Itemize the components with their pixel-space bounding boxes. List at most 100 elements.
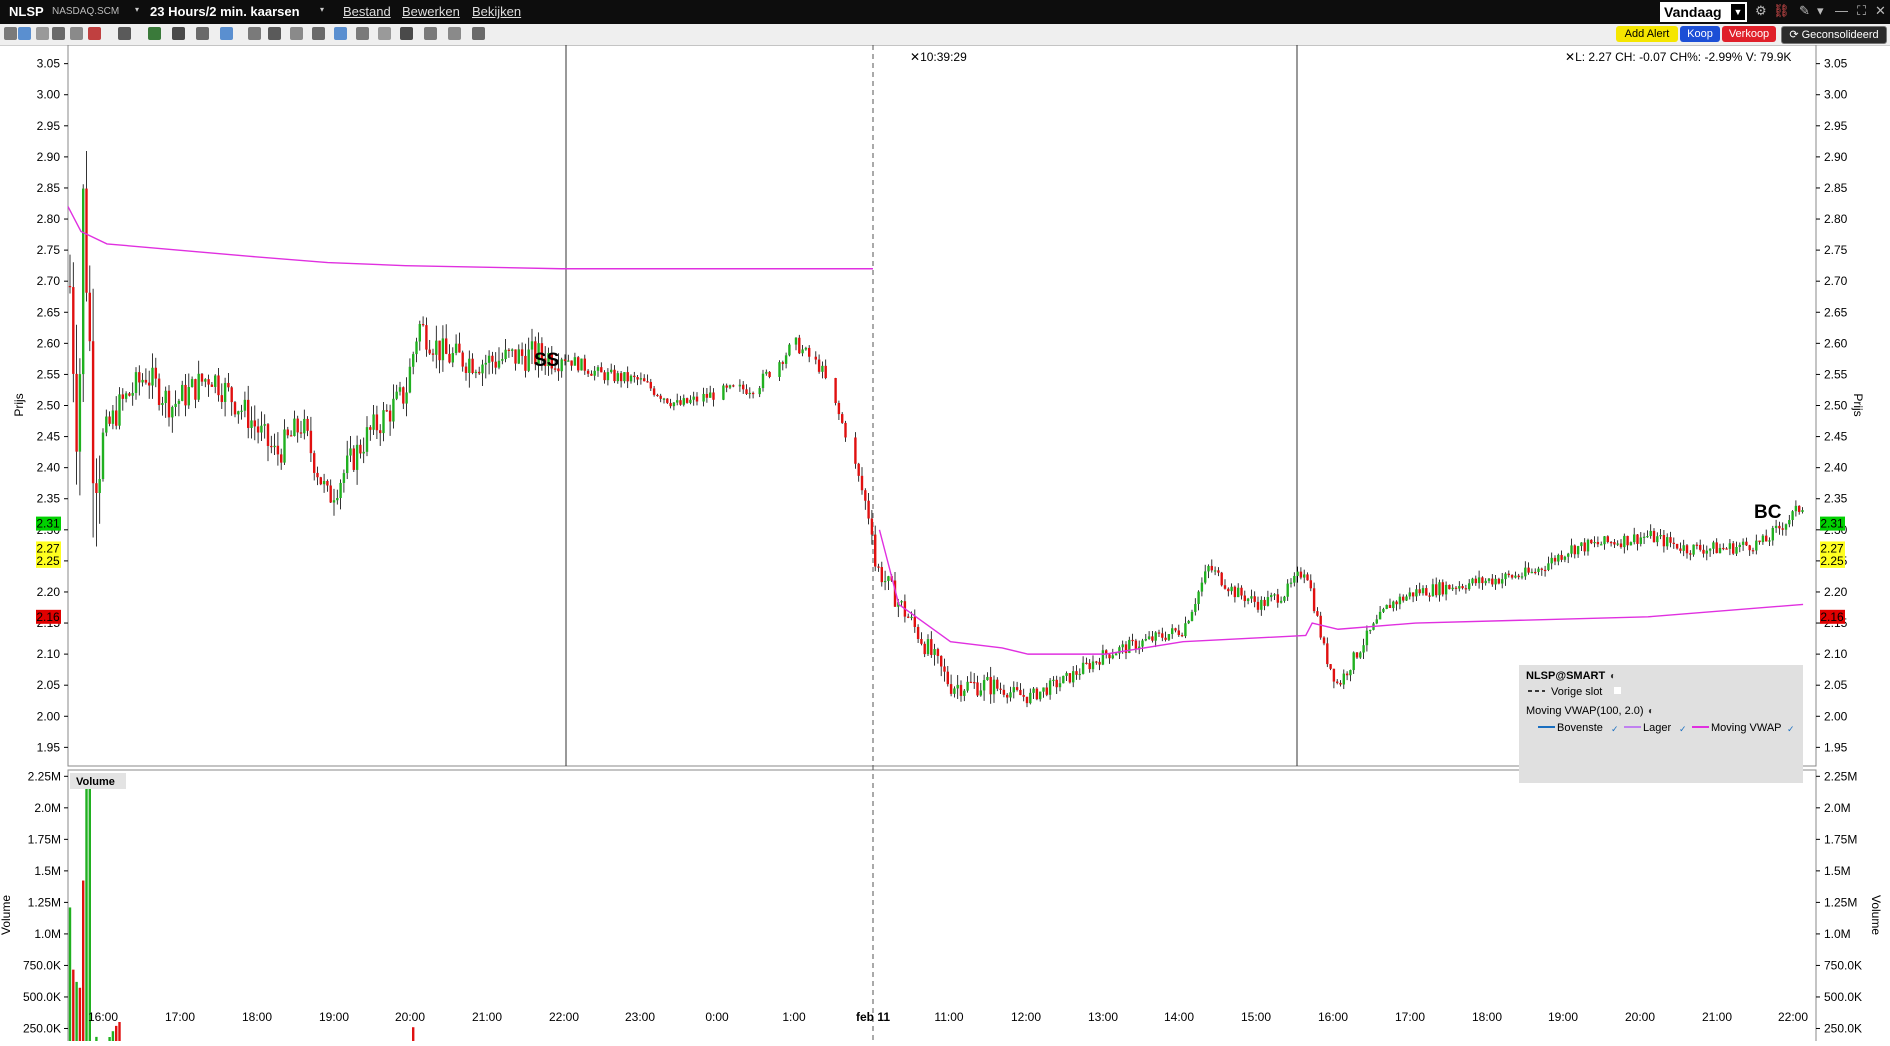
time-tick-label: 13:00 <box>1088 1010 1118 1024</box>
gear-icon[interactable]: ⚙ <box>1755 3 1767 19</box>
candle-body <box>1319 615 1322 638</box>
maximize-icon[interactable]: ⛶ <box>1857 3 1866 19</box>
tool-icon[interactable] <box>196 27 209 40</box>
candle-body <box>1458 586 1461 589</box>
menu-bestand[interactable]: Bestand <box>343 4 391 19</box>
volume-tick-label: 500.0K <box>1824 990 1862 1004</box>
candle-body <box>121 394 124 399</box>
tool-icon[interactable] <box>268 27 281 40</box>
close-icon[interactable]: ✕ <box>1875 3 1886 19</box>
range-select[interactable]: Vandaag ▼ <box>1660 2 1747 22</box>
close-icon[interactable]: ✕ <box>1565 50 1575 64</box>
candle-body <box>1563 556 1567 560</box>
tool-icon[interactable] <box>378 27 391 40</box>
checkbox[interactable] <box>1614 687 1621 694</box>
settings-icon[interactable]: ◐ <box>1648 706 1654 717</box>
candle-body <box>1174 628 1177 631</box>
tool-icon[interactable] <box>36 27 49 40</box>
candle-body <box>293 418 296 436</box>
candle-body <box>804 347 808 350</box>
symbol-label[interactable]: NLSP <box>9 4 44 19</box>
tool-icon[interactable] <box>18 27 31 40</box>
minimize-icon[interactable]: — <box>1835 3 1848 18</box>
price-chart[interactable]: 1.951.952.002.002.052.052.102.102.152.15… <box>0 44 1890 1046</box>
candle-body <box>1431 584 1435 597</box>
candle-body <box>1758 540 1761 543</box>
tool-icon[interactable] <box>400 27 413 40</box>
candle-body <box>270 445 273 448</box>
candle-body <box>1180 634 1184 637</box>
candle-body <box>131 392 134 396</box>
menu-bewerken[interactable]: Bewerken <box>402 4 460 19</box>
volume-tick-label: 250.0K <box>23 1021 61 1035</box>
sell-button[interactable]: Verkoop <box>1722 26 1776 42</box>
chevron-down-icon[interactable]: ✓ <box>1787 724 1795 734</box>
chevron-down-icon[interactable]: ▼ <box>1731 4 1745 20</box>
candle-body <box>1524 567 1527 577</box>
tool-icon[interactable] <box>52 27 65 40</box>
price-tick-label: 2.40 <box>1824 461 1848 475</box>
candle-body <box>1675 543 1679 549</box>
candle-body <box>313 453 316 473</box>
add-alert-button[interactable]: Add Alert <box>1616 26 1678 42</box>
pin-icon[interactable]: ✎ <box>1799 3 1810 19</box>
buy-button[interactable]: Koop <box>1680 26 1720 42</box>
candle-body <box>643 378 646 382</box>
chevron-down-icon[interactable]: ✓ <box>1611 724 1619 734</box>
tool-icon[interactable] <box>424 27 437 40</box>
volume-bar <box>68 907 72 1046</box>
tool-icon[interactable] <box>70 27 83 40</box>
candle-body <box>1369 629 1372 632</box>
consolidated-button[interactable]: ⟳ Geconsolideerd <box>1781 26 1887 44</box>
settings-icon[interactable]: ◐ <box>1610 671 1616 682</box>
period-selector[interactable]: 23 Hours/2 min. kaarsen <box>150 4 300 19</box>
tool-icon[interactable] <box>172 27 185 40</box>
candle-body <box>1088 663 1091 670</box>
tool-icon[interactable] <box>118 27 131 40</box>
candle-body <box>1365 630 1369 646</box>
candle-body <box>1270 595 1273 598</box>
tool-icon[interactable] <box>88 27 101 40</box>
candle-body <box>1534 571 1537 574</box>
price-tick-label: 2.40 <box>37 461 61 475</box>
candle-body <box>768 371 771 377</box>
legend-box[interactable]: NLSP@SMART ◐ Vorige slot Moving VWAP(100… <box>1519 665 1803 783</box>
chevron-down-icon[interactable]: ✓ <box>1679 724 1687 734</box>
menu-bekijken[interactable]: Bekijken <box>472 4 521 19</box>
price-tick-label: 2.55 <box>1824 367 1848 381</box>
candle-body <box>372 414 375 430</box>
tool-icon[interactable] <box>148 27 161 40</box>
price-tick-label: 2.70 <box>37 274 61 288</box>
price-tick-label: 2.20 <box>1824 585 1848 599</box>
volume-tick-label: 750.0K <box>23 958 61 972</box>
candle-body <box>474 371 478 374</box>
crosshair-time: ✕10:39:29 <box>910 50 967 64</box>
tool-icon[interactable] <box>248 27 261 40</box>
tool-icon[interactable] <box>356 27 369 40</box>
close-icon[interactable]: ✕ <box>910 50 920 64</box>
chart-area[interactable]: 1.951.952.002.002.052.052.102.102.152.15… <box>0 44 1890 1046</box>
tool-icon[interactable] <box>220 27 233 40</box>
tool-icon[interactable] <box>472 27 485 40</box>
candle-body <box>1012 687 1015 693</box>
candle-body <box>854 437 857 464</box>
tool-icon[interactable] <box>290 27 303 40</box>
candle-body <box>161 403 164 406</box>
candle-body <box>1144 638 1147 641</box>
tool-icon[interactable] <box>334 27 347 40</box>
tool-icon[interactable] <box>4 27 17 40</box>
candle-body <box>808 347 811 357</box>
candle-body <box>1187 620 1190 624</box>
chevron-down-icon[interactable]: ▾ <box>1817 3 1824 19</box>
candle-body <box>573 357 577 366</box>
candle-body <box>1243 595 1246 602</box>
candle-body <box>524 355 527 371</box>
candle-body <box>1395 601 1398 605</box>
tool-icon[interactable] <box>312 27 325 40</box>
link-icon[interactable]: ⛓ <box>1773 3 1790 19</box>
period-dropdown-icon[interactable]: ▾ <box>320 5 324 14</box>
tool-icon[interactable] <box>448 27 461 40</box>
candle-body <box>1794 505 1798 512</box>
candle-body <box>834 377 837 403</box>
symbol-dropdown-icon[interactable]: ▾ <box>135 5 139 14</box>
